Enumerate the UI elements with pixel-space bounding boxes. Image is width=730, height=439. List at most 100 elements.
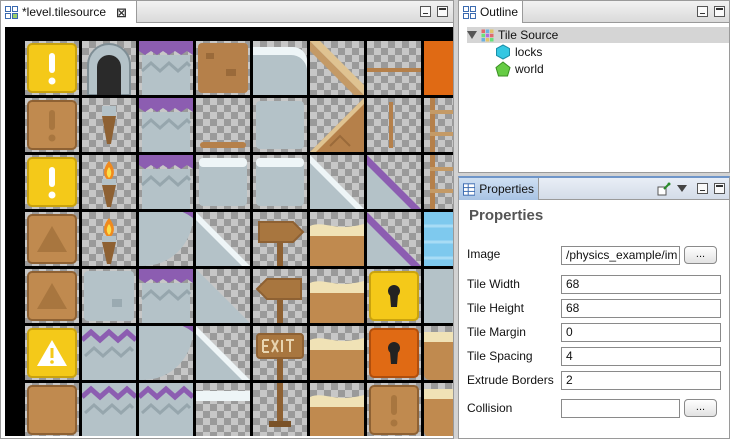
tile-snow-stone-corner[interactable] — [253, 41, 307, 95]
tile-brown-block-exclamation[interactable] — [25, 98, 79, 152]
tile-height-label: Tile Height — [467, 301, 524, 315]
tab-level-tilesource[interactable]: *level.tilesource ⊠ — [1, 1, 137, 23]
minimize-button[interactable] — [420, 6, 431, 17]
tile-wood-plank[interactable] — [196, 98, 250, 152]
properties-tabbar: Properties — [459, 178, 729, 200]
tile-purple-stone-curve[interactable] — [139, 326, 193, 380]
editor-tabbar: *level.tilesource ⊠ — [1, 1, 453, 23]
tile-stone-arch-door[interactable] — [82, 41, 136, 95]
tree-item-locks[interactable]: locks — [495, 44, 542, 60]
tile-wood-plank-diagonal[interactable] — [310, 41, 364, 95]
tile-purple-topped-stone[interactable] — [139, 269, 193, 323]
tile-torch-lit[interactable] — [82, 212, 136, 266]
tile-orange-block[interactable] — [424, 41, 453, 95]
properties-maximize-button[interactable] — [714, 183, 725, 194]
tile-purple-slope[interactable] — [367, 212, 421, 266]
tab-properties[interactable]: Properties — [459, 178, 539, 200]
tile-snow-slope[interactable] — [196, 212, 250, 266]
pentagon-icon — [495, 61, 511, 77]
tree-item-tile-source[interactable]: Tile Source — [467, 27, 729, 43]
tile-snow-slope[interactable] — [196, 326, 250, 380]
tab-outline[interactable]: Outline — [459, 1, 523, 23]
view-menu-icon[interactable] — [677, 185, 687, 192]
image-field[interactable]: /physics_example/im — [561, 246, 680, 265]
table-icon — [463, 182, 476, 196]
tile-stone-block[interactable] — [253, 98, 307, 152]
tile-purple-zigzag-stone[interactable] — [82, 383, 136, 436]
image-label: Image — [467, 247, 501, 261]
tile-sand-top[interactable] — [310, 383, 364, 436]
tile-stone-slope[interactable] — [196, 269, 250, 323]
tile-sand-edge[interactable] — [424, 326, 453, 380]
tile-margin-field[interactable]: 0 — [561, 323, 721, 342]
tile-sand-edge[interactable] — [424, 383, 453, 436]
tile-yellow-block-exclamation[interactable] — [25, 41, 79, 95]
tile-sand-top[interactable] — [310, 269, 364, 323]
tile-canvas[interactable] — [5, 27, 453, 436]
outline-icon — [463, 5, 476, 19]
close-icon[interactable]: ⊠ — [116, 6, 127, 19]
expand-triangle-icon[interactable] — [467, 31, 477, 39]
tile-brown-block-exclamation[interactable] — [367, 383, 421, 436]
tile-orange-lock-block[interactable] — [367, 326, 421, 380]
tile-margin-label: Tile Margin — [467, 325, 526, 339]
outline-tabbar: Outline — [459, 1, 729, 23]
outline-maximize-button[interactable] — [714, 6, 725, 17]
tile-wood-rail[interactable] — [367, 41, 421, 95]
extrude-borders-field[interactable]: 2 — [561, 371, 721, 390]
tree-item-world[interactable]: world — [495, 61, 544, 77]
tilesource-icon — [481, 29, 494, 41]
tile-purple-topped-stone[interactable] — [139, 41, 193, 95]
tile-spacing-label: Tile Spacing — [467, 349, 533, 363]
pin-icon[interactable] — [657, 182, 671, 196]
tile-brown-block-warning[interactable] — [25, 269, 79, 323]
tile-wood-sign-exit[interactable] — [253, 326, 307, 380]
collision-browse-button[interactable]: ... — [684, 399, 717, 417]
tile-wood-ladder[interactable] — [424, 155, 453, 209]
tile-gray-stone-block[interactable] — [82, 269, 136, 323]
tile-wood-post[interactable] — [367, 98, 421, 152]
tile-snow-top[interactable] — [196, 383, 250, 436]
tile-wood-sign-post[interactable] — [253, 383, 307, 436]
tile-purple-zigzag-stone[interactable] — [139, 383, 193, 436]
properties-minimize-button[interactable] — [697, 183, 708, 194]
tile-height-field[interactable]: 68 — [561, 299, 721, 318]
tile-brown-block-plain[interactable] — [25, 383, 79, 436]
tile-dirt-slope[interactable] — [310, 98, 364, 152]
tile-snow-stone-block[interactable] — [196, 155, 250, 209]
tile-torch-unlit[interactable] — [82, 98, 136, 152]
tile-yellow-block-exclamation[interactable] — [25, 155, 79, 209]
tile-snow-stone-block[interactable] — [253, 155, 307, 209]
outline-minimize-button[interactable] — [697, 6, 708, 17]
extrude-borders-label: Extrude Borders — [467, 373, 554, 387]
tile-width-label: Tile Width — [467, 277, 520, 291]
collision-field[interactable] — [561, 399, 680, 418]
tile-yellow-lock-block[interactable] — [367, 269, 421, 323]
tile-purple-slope[interactable] — [367, 155, 421, 209]
tile-wood-ladder[interactable] — [424, 98, 453, 152]
tile-gray-stone[interactable] — [424, 269, 453, 323]
hexagon-icon — [496, 44, 510, 60]
tree-item-label: locks — [515, 45, 543, 59]
tile-sand-top[interactable] — [310, 326, 364, 380]
tile-purple-topped-stone[interactable] — [139, 155, 193, 209]
maximize-button[interactable] — [437, 6, 448, 17]
tile-brown-block-warning[interactable] — [25, 212, 79, 266]
image-browse-button[interactable]: ... — [684, 246, 717, 264]
tile-brown-dirt-block[interactable] — [196, 41, 250, 95]
tile-wood-sign-right[interactable] — [253, 212, 307, 266]
tile-purple-topped-stone[interactable] — [139, 98, 193, 152]
tree-item-label: world — [515, 62, 544, 76]
tile-spacing-field[interactable]: 4 — [561, 347, 721, 366]
tile-snow-slope[interactable] — [310, 155, 364, 209]
tile-purple-zigzag-stone[interactable] — [82, 326, 136, 380]
tile-purple-stone-curve[interactable] — [139, 212, 193, 266]
collision-label: Collision — [467, 401, 513, 415]
tile-width-field[interactable]: 68 — [561, 275, 721, 294]
tile-wood-sign-left[interactable] — [253, 269, 307, 323]
tile-water[interactable] — [424, 212, 453, 266]
properties-heading: Properties — [469, 207, 544, 224]
tile-yellow-block-warning[interactable] — [25, 326, 79, 380]
tile-sand-top[interactable] — [310, 212, 364, 266]
tile-torch-lit[interactable] — [82, 155, 136, 209]
